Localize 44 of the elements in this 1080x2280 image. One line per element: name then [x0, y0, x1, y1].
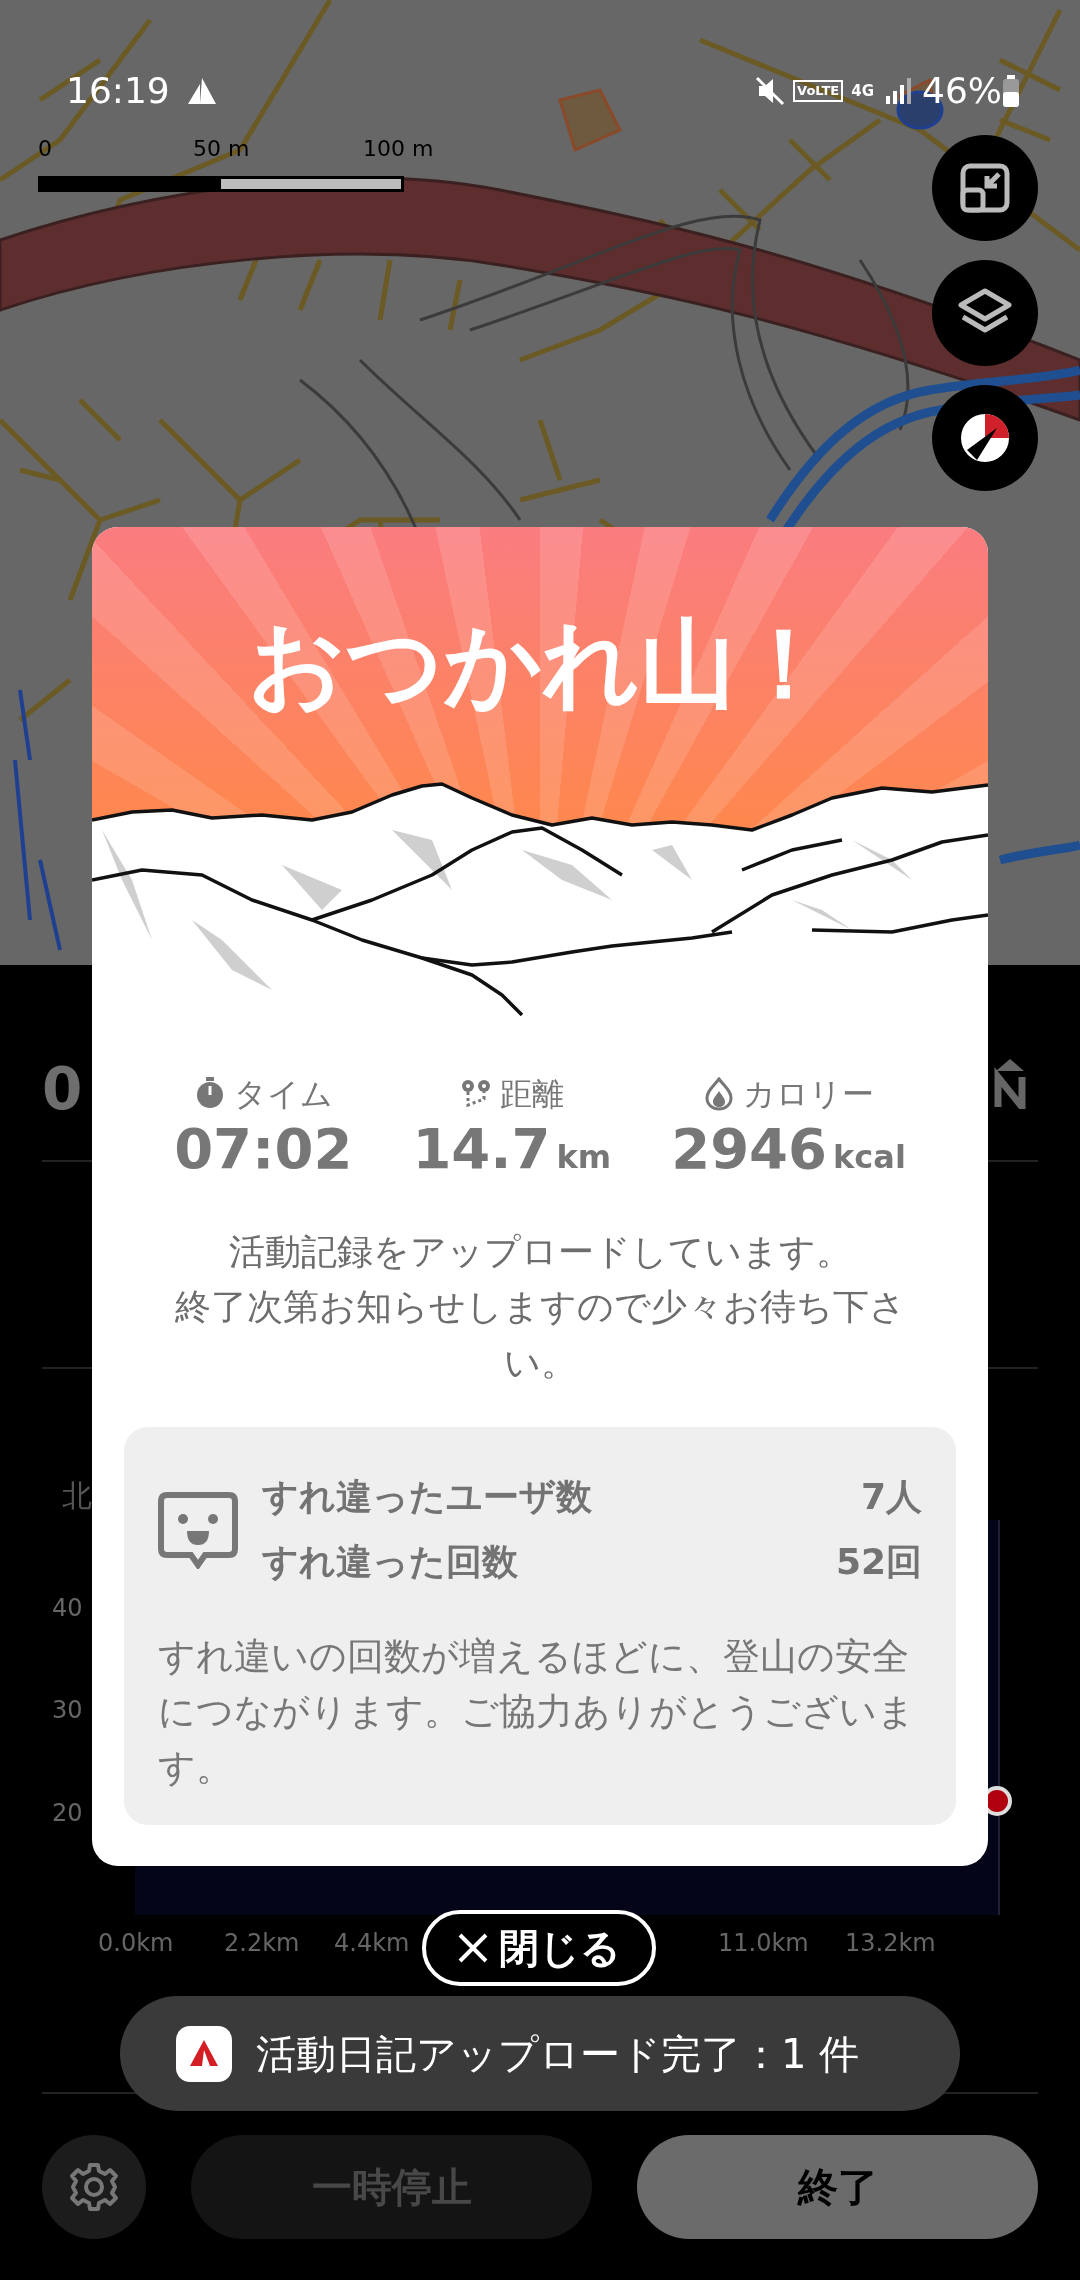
volte-indicator: VoLTE	[793, 80, 844, 102]
chat-face-icon	[158, 1490, 238, 1569]
encounter-count: 7人	[860, 1475, 922, 1519]
network-indicator: 4G	[851, 83, 874, 99]
battery-level: 46%	[922, 69, 1002, 113]
settings-icon	[69, 2162, 119, 2212]
scale-label: 0	[38, 138, 52, 160]
signal-icon	[884, 76, 914, 106]
close-icon	[457, 1932, 489, 1964]
status-time: 16:19	[66, 69, 170, 113]
stat-label: カロリー	[743, 1074, 874, 1115]
battery-icon	[1002, 75, 1020, 107]
encounter-note: すれ違いの回数が増えるほどに、登山の安全につながります。ご協力ありがとうございます。	[158, 1633, 916, 1791]
encounter-count: 52回	[835, 1539, 922, 1584]
axis-label: 11.0km	[718, 1928, 809, 1959]
app-icon	[176, 2025, 232, 2082]
encounter-label: すれ違った回数	[262, 1539, 518, 1584]
axis-label: 13.2km	[845, 1928, 936, 1959]
upload-message: 終了次第お知らせしますので少々お待ち下さい。	[173, 1285, 907, 1386]
axis-label: 0.0km	[98, 1928, 174, 1959]
dialog-title: おつかれ山！	[247, 607, 833, 722]
stat-value: 07:02	[174, 1118, 353, 1180]
upload-message: 活動記録をアップロードしています。	[227, 1229, 853, 1274]
axis-label: 40	[52, 1593, 83, 1624]
axis-label: 20	[52, 1798, 83, 1829]
scale-label: 100 m	[363, 138, 434, 160]
flame-icon	[703, 1077, 735, 1111]
stat-label: 距離	[499, 1074, 564, 1115]
stat-unit: kcal	[833, 1138, 906, 1176]
encounter-label: すれ違ったユーザ数	[262, 1475, 592, 1519]
stat-value: 0	[42, 1055, 83, 1123]
close-button[interactable]: 閉じる	[422, 1910, 656, 1986]
stat-label: タイム	[233, 1074, 333, 1115]
stat-value: 14.7	[412, 1116, 551, 1181]
stat-unit: km	[556, 1138, 612, 1176]
toast-text: 活動日記アップロード完了：1 件	[256, 2029, 860, 2079]
mute-icon	[755, 76, 786, 106]
axis-label: 2.2km	[224, 1928, 300, 1959]
axis-label: 30	[52, 1695, 83, 1726]
chart-label: 北	[62, 1477, 92, 1515]
navigation-icon	[185, 76, 218, 106]
stat-value: 2946	[671, 1116, 828, 1181]
axis-label: 4.4km	[334, 1928, 410, 1959]
end-button[interactable]: 終了	[637, 2135, 1038, 2239]
